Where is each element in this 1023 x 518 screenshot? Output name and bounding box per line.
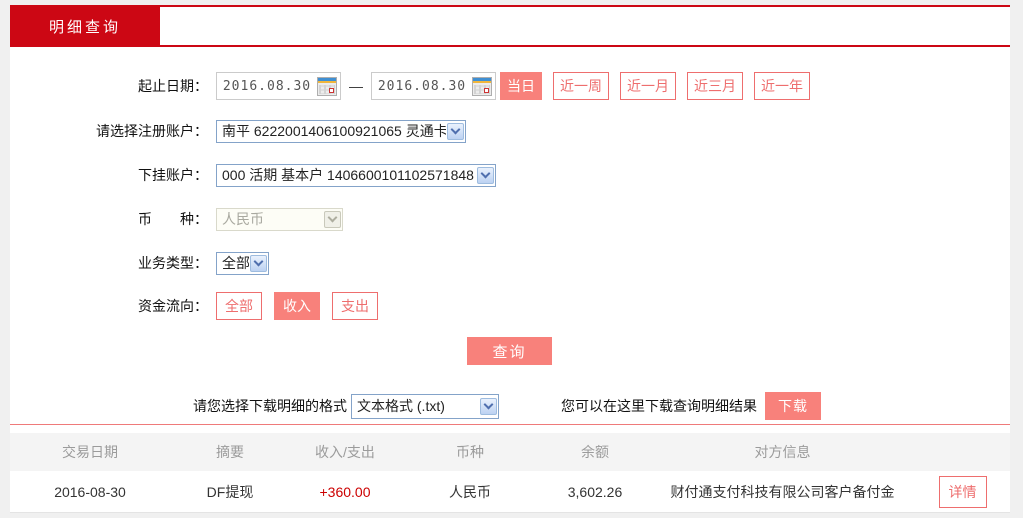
header-summary: 摘要: [170, 442, 290, 462]
download-hint: 您可以在这里下载查询明细结果: [561, 396, 757, 416]
row-currency: 人民币: [400, 482, 540, 502]
table-header: 交易日期 摘要 收入/支出 币种 余额 对方信息: [10, 433, 1010, 471]
row-summary: DF提现: [170, 482, 290, 502]
download-format-label: 请您选择下载明细的格式: [193, 396, 347, 416]
fund-flow-label: 资金流向：: [10, 296, 216, 316]
sub-account-label: 下挂账户：: [10, 165, 216, 185]
chevron-down-icon: [324, 211, 341, 228]
business-type-select[interactable]: 全部: [216, 252, 269, 275]
flow-all-button[interactable]: 全部: [216, 292, 262, 320]
flow-expense-button[interactable]: 支出: [332, 292, 378, 320]
sub-account-select[interactable]: 000 活期 基本户 1406600101102571848: [216, 164, 496, 187]
business-type-row: 业务类型： 全部: [10, 251, 1010, 275]
business-type-label: 业务类型：: [10, 253, 216, 273]
download-row: 请您选择下载明细的格式 文本格式 (.txt) 您可以在这里下载查询明细结果 下…: [10, 392, 1010, 420]
period-quarter-button[interactable]: 近三月: [687, 72, 743, 100]
header-currency: 币种: [400, 442, 540, 462]
currency-label: 币 种：: [10, 209, 216, 229]
calendar-icon[interactable]: [472, 77, 492, 96]
content-panel: 明细查询 起止日期： — 当日 近一周 近一月 近三月 近一年 请选择注册账户：: [10, 5, 1010, 513]
date-separator: —: [349, 78, 363, 94]
header-amount: 收入/支出: [290, 442, 400, 462]
query-button[interactable]: 查询: [467, 337, 552, 365]
currency-row: 币 种： 人民币: [10, 207, 1010, 231]
period-today-button[interactable]: 当日: [500, 72, 542, 100]
header-counterparty: 对方信息: [650, 442, 915, 462]
header-balance: 余额: [540, 442, 650, 462]
tab-label: 明细查询: [49, 16, 121, 37]
chevron-down-icon: [447, 123, 464, 140]
row-date: 2016-08-30: [10, 484, 170, 500]
business-type-value: 全部: [217, 253, 249, 273]
sub-account-value: 000 活期 基本户 1406600101102571848: [217, 165, 476, 185]
fund-flow-row: 资金流向： 全部 收入 支出: [10, 292, 1010, 320]
row-balance: 3,602.26: [540, 484, 650, 500]
download-format-select[interactable]: 文本格式 (.txt): [351, 394, 499, 419]
flow-income-button[interactable]: 收入: [274, 292, 320, 320]
download-button[interactable]: 下载: [765, 392, 821, 420]
tab-underline: [10, 45, 1010, 47]
register-account-value: 南平 6222001406100921065 灵通卡: [217, 121, 446, 141]
end-date-input[interactable]: [372, 78, 472, 95]
chevron-down-icon: [477, 167, 494, 184]
period-year-button[interactable]: 近一年: [754, 72, 810, 100]
table-row: 2016-08-30 DF提现 +360.00 人民币 3,602.26 财付通…: [10, 471, 1010, 513]
calendar-icon[interactable]: [317, 77, 337, 96]
start-date-input[interactable]: [217, 78, 317, 95]
currency-value: 人民币: [217, 209, 323, 229]
period-month-button[interactable]: 近一月: [620, 72, 676, 100]
table-divider: [10, 424, 1010, 425]
register-account-label: 请选择注册账户：: [10, 121, 216, 141]
period-week-button[interactable]: 近一周: [553, 72, 609, 100]
tab-detail-query[interactable]: 明细查询: [10, 7, 160, 45]
date-range-label: 起止日期：: [10, 76, 216, 96]
chevron-down-icon: [480, 398, 497, 415]
register-account-row: 请选择注册账户： 南平 6222001406100921065 灵通卡: [10, 119, 1010, 143]
end-date-field[interactable]: [371, 72, 496, 100]
sub-account-row: 下挂账户： 000 活期 基本户 1406600101102571848: [10, 163, 1010, 187]
header-date: 交易日期: [10, 442, 170, 462]
detail-button[interactable]: 详情: [939, 476, 987, 508]
currency-select: 人民币: [216, 208, 343, 231]
chevron-down-icon: [250, 255, 267, 272]
start-date-field[interactable]: [216, 72, 341, 100]
row-counterparty: 财付通支付科技有限公司客户备付金: [650, 482, 915, 502]
register-account-select[interactable]: 南平 6222001406100921065 灵通卡: [216, 120, 466, 143]
download-format-value: 文本格式 (.txt): [352, 396, 479, 416]
page: 明细查询 起止日期： — 当日 近一周 近一月 近三月 近一年 请选择注册账户：: [0, 0, 1023, 518]
row-amount: +360.00: [290, 484, 400, 500]
date-range-row: 起止日期： — 当日 近一周 近一月 近三月 近一年: [10, 72, 1010, 100]
